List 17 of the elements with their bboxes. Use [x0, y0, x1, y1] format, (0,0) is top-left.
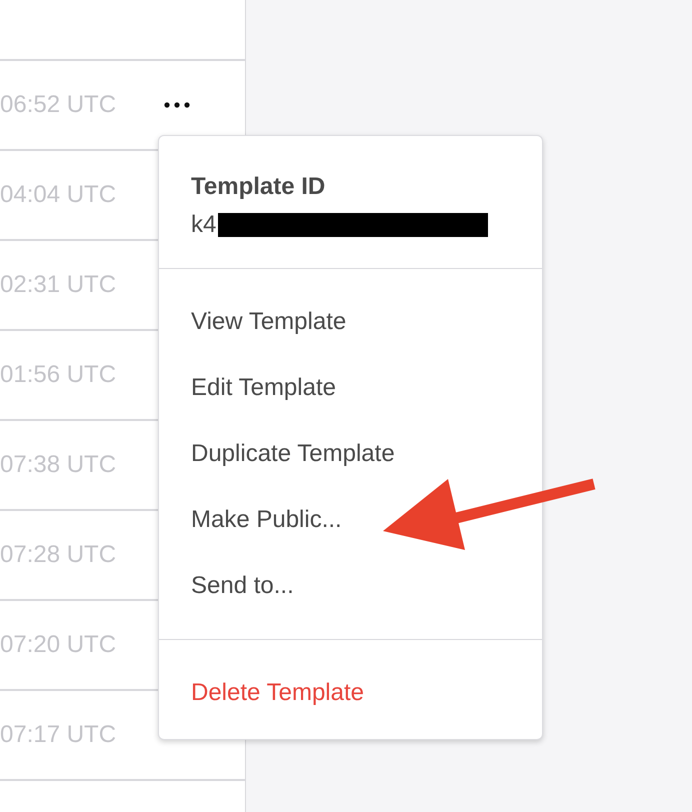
menu-item[interactable]: Send to...: [159, 553, 542, 619]
timestamp: 07:17 UTC: [0, 720, 116, 750]
menu-item[interactable]: Edit Template: [159, 355, 542, 421]
menu-item[interactable]: View Template: [159, 289, 542, 355]
menu-item[interactable]: Duplicate Template: [159, 421, 542, 487]
menu-item[interactable]: Delete Template: [159, 660, 542, 726]
menu-item[interactable]: Make Public...: [159, 487, 542, 553]
template-id-label: Template ID: [191, 172, 326, 202]
timestamp: 04:04 UTC: [0, 180, 116, 210]
timestamp: 02:31 UTC: [0, 270, 116, 300]
timestamp: 01:56 UTC: [0, 360, 116, 390]
timestamp: 06:52 UTC: [0, 90, 116, 120]
template-id-value: k4: [191, 210, 216, 240]
more-options-icon[interactable]: [162, 100, 192, 110]
timestamp: 07:28 UTC: [0, 540, 116, 570]
timestamp: 07:38 UTC: [0, 450, 116, 480]
timestamp: 07:20 UTC: [0, 630, 116, 660]
